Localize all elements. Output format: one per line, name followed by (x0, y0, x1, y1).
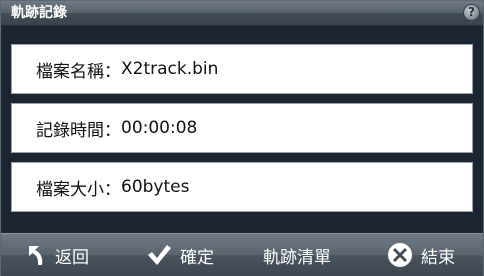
confirm-button[interactable]: 確定 (146, 234, 214, 276)
back-arrow-icon (25, 243, 47, 267)
back-button[interactable]: 返回 (25, 234, 89, 276)
record-time-value: 00:00:08 (121, 118, 198, 138)
file-size-value: 60bytes (121, 177, 190, 197)
file-size-row: 檔案大小： 60bytes (11, 162, 473, 212)
end-button[interactable]: 結束 (387, 234, 455, 276)
end-button-label: 結束 (421, 247, 455, 268)
checkmark-icon (146, 243, 172, 267)
record-time-row: 記錄時間： 00:00:08 (11, 103, 473, 153)
track-list-button-label: 軌跡清單 (263, 247, 331, 268)
file-name-value: X2track.bin (121, 59, 219, 79)
confirm-button-label: 確定 (180, 247, 214, 268)
close-circle-icon (387, 242, 413, 268)
file-name-label: 檔案名稱： (36, 61, 121, 82)
bottom-toolbar: 返回 確定 軌跡清單 結束 (1, 233, 483, 276)
file-name-row: 檔案名稱： X2track.bin (11, 44, 473, 94)
file-size-label: 檔案大小： (36, 179, 121, 200)
track-record-dialog: 軌跡記錄 ? 檔案名稱： X2track.bin 記錄時間： 00:00:08 … (0, 0, 484, 276)
back-button-label: 返回 (55, 247, 89, 268)
title-bar: 軌跡記錄 ? (1, 1, 483, 26)
help-icon[interactable]: ? (463, 4, 480, 21)
record-time-label: 記錄時間： (36, 120, 121, 141)
info-panel: 檔案名稱： X2track.bin 記錄時間： 00:00:08 檔案大小： 6… (1, 26, 483, 233)
window-title: 軌跡記錄 (11, 5, 67, 21)
track-list-button[interactable]: 軌跡清單 (263, 234, 331, 276)
